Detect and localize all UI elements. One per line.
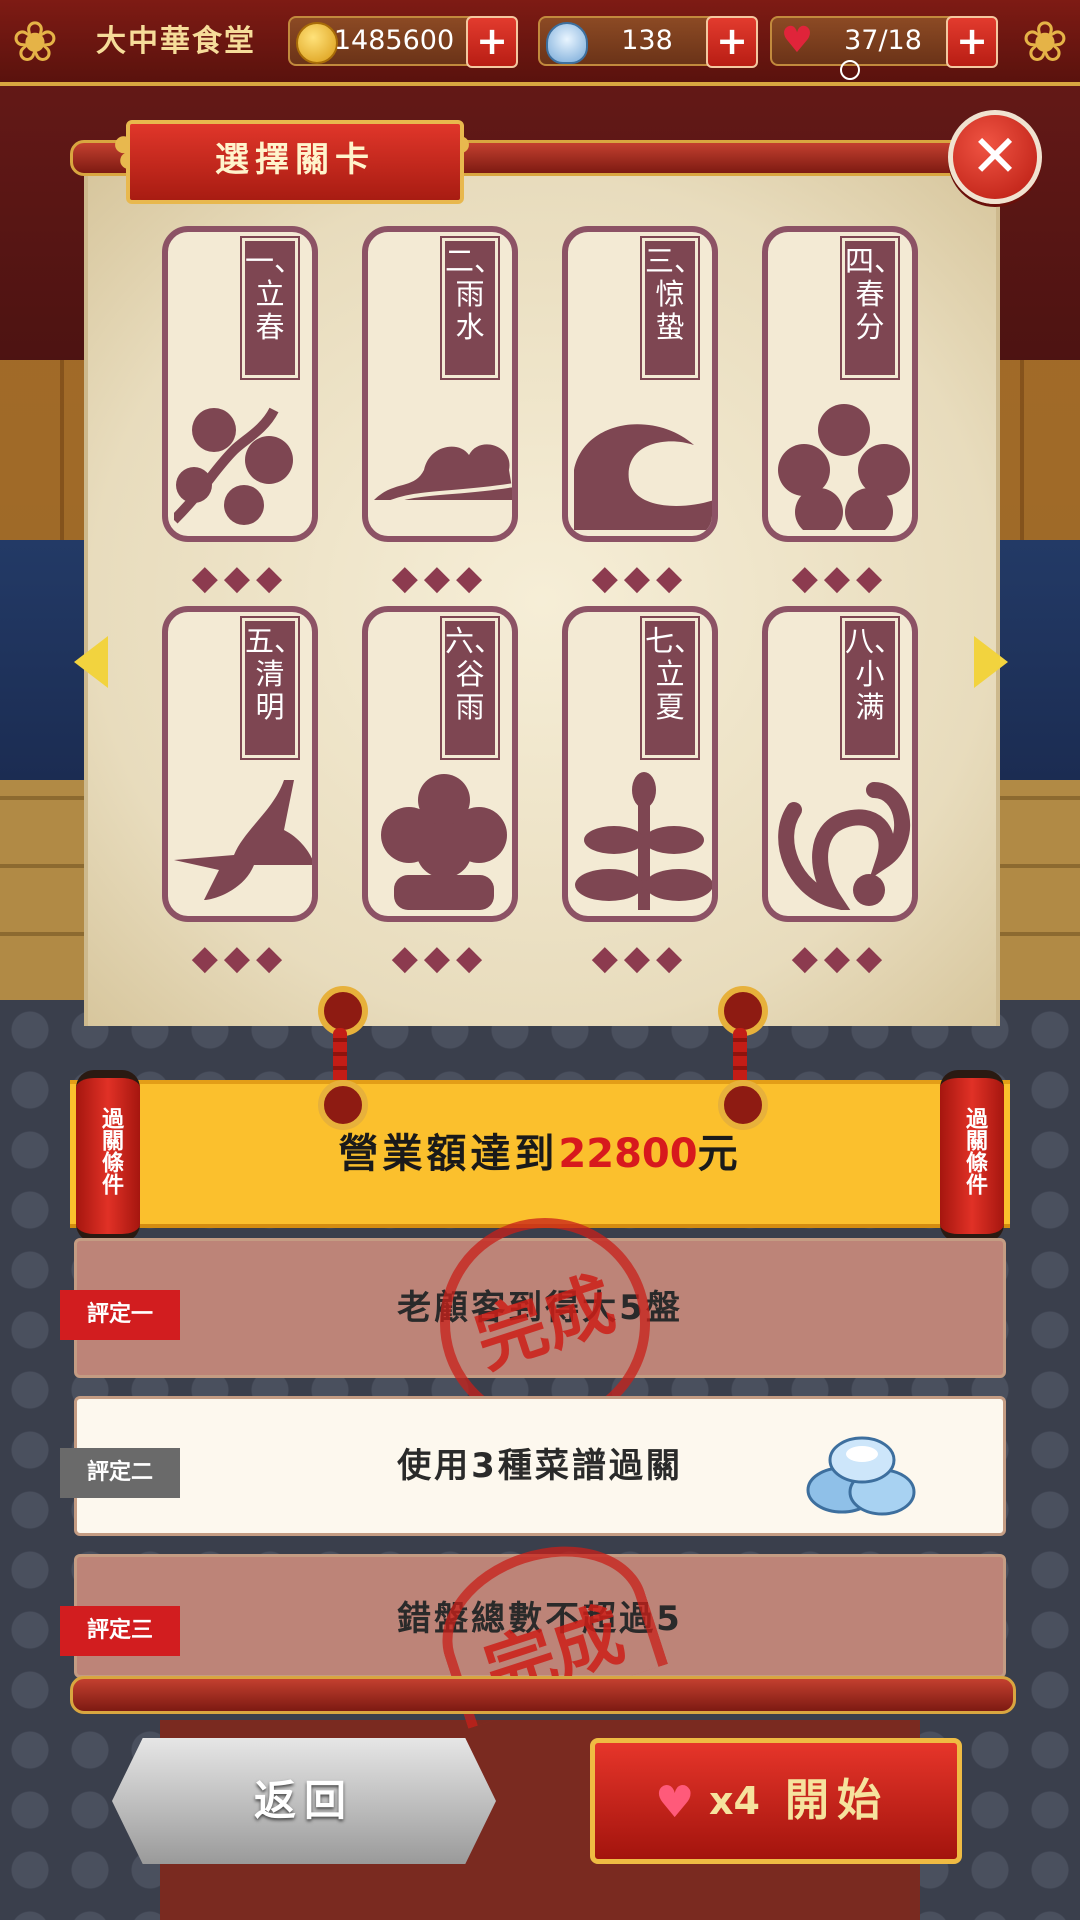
level-stars: ◆◆◆ [591, 938, 689, 978]
clear-condition-text: 營業額達到22800元 [70, 1084, 1010, 1224]
rating-tag: 評定一 [60, 1290, 180, 1340]
wave-icon [574, 424, 712, 530]
rating-tag: 評定三 [60, 1606, 180, 1656]
level-label: 六、谷雨 [440, 616, 503, 760]
start-button[interactable]: ♥ x4 開始 [590, 1738, 962, 1864]
timer-icon [840, 60, 860, 80]
level-stars: ◆◆◆ [591, 558, 689, 598]
scroll-bottom-rod [70, 1676, 1016, 1714]
level-card-7[interactable]: 七、立夏 [562, 606, 718, 922]
level-stars: ◆◆◆ [191, 558, 289, 598]
level-card-6[interactable]: 六、谷雨 [362, 606, 518, 922]
back-button[interactable]: 返回 [112, 1738, 496, 1864]
lantern-text: 過關條件 [98, 1107, 123, 1195]
level-label: 一、立春 [240, 236, 303, 380]
level-card-4[interactable]: 四、春分 [762, 226, 918, 542]
level-stars: ◆◆◆ [391, 558, 489, 598]
level-label: 三、惊蛰 [640, 236, 703, 380]
silver-ingot-icon [806, 1436, 916, 1516]
plum-branch-icon [174, 407, 293, 525]
silver-value: 138 [621, 25, 673, 56]
level-stars: ◆◆◆ [391, 938, 489, 978]
goal-amount: 22800 [558, 1131, 698, 1177]
heart-counter: ♥ 37/18 + [770, 16, 998, 68]
crane-icon [174, 780, 312, 900]
panel-title-banner: 選擇關卡 [126, 120, 464, 204]
start-cost: x4 [709, 1779, 760, 1823]
level-card-2[interactable]: 二、雨水 [362, 226, 518, 542]
level-stars: ◆◆◆ [191, 938, 289, 978]
add-heart-button[interactable]: + [946, 16, 998, 68]
heart-icon: ♥ [655, 1777, 695, 1828]
panel-title: 選擇關卡 [215, 140, 375, 180]
goal-suffix: 元 [697, 1131, 742, 1177]
vine-icon [778, 782, 910, 910]
level-label: 八、小满 [840, 616, 903, 760]
level-label: 四、春分 [840, 236, 903, 380]
next-page-arrow-icon[interactable] [974, 636, 1008, 688]
add-gold-button[interactable]: + [466, 16, 518, 68]
heart-icon: ♥ [780, 20, 814, 61]
level-card-3[interactable]: 三、惊蛰 [562, 226, 718, 542]
goal-prefix: 營業額達到 [338, 1131, 559, 1177]
lantern-left: 過關條件 [76, 1070, 140, 1242]
level-label: 五、清明 [240, 616, 303, 760]
level-card-5[interactable]: 五、清明 [162, 606, 318, 922]
lantern-text: 過關條件 [962, 1107, 987, 1195]
resource-bar: ❀ ❀ 大中華食堂 1485600 + 138 + ♥ 37/18 + [0, 0, 1080, 86]
hanging-ring-icon [318, 1080, 368, 1130]
silver-ingot-icon [546, 22, 588, 64]
lantern-right: 過關條件 [940, 1070, 1004, 1242]
close-button[interactable]: ✕ [948, 110, 1042, 204]
level-stars: ◆◆◆ [791, 558, 889, 598]
add-silver-button[interactable]: + [706, 16, 758, 68]
silver-counter: 138 + [538, 16, 758, 68]
level-stars: ◆◆◆ [791, 938, 889, 978]
cloud-tree-icon [381, 774, 507, 910]
level-card-1[interactable]: 一、立春 [162, 226, 318, 542]
shop-name: 大中華食堂 [96, 24, 256, 59]
clear-condition-bar: 營業額達到22800元 [70, 1080, 1010, 1228]
level-label: 二、雨水 [440, 236, 503, 380]
prev-page-arrow-icon[interactable] [74, 636, 108, 688]
flower-icon [778, 404, 910, 530]
cloud-icon [374, 444, 512, 507]
gold-value: 1485600 [333, 25, 455, 56]
corner-ornament-icon: ❀ [1021, 10, 1069, 75]
rating-tag: 評定二 [60, 1448, 180, 1498]
gold-counter: 1485600 + [288, 16, 518, 68]
level-card-8[interactable]: 八、小满 [762, 606, 918, 922]
corner-ornament-icon: ❀ [11, 10, 59, 75]
level-label: 七、立夏 [640, 616, 703, 760]
hanging-ring-icon [718, 1080, 768, 1130]
lotus-icon [575, 772, 712, 910]
start-label: 開始 [785, 1775, 889, 1826]
heart-value: 37/18 [844, 25, 922, 56]
